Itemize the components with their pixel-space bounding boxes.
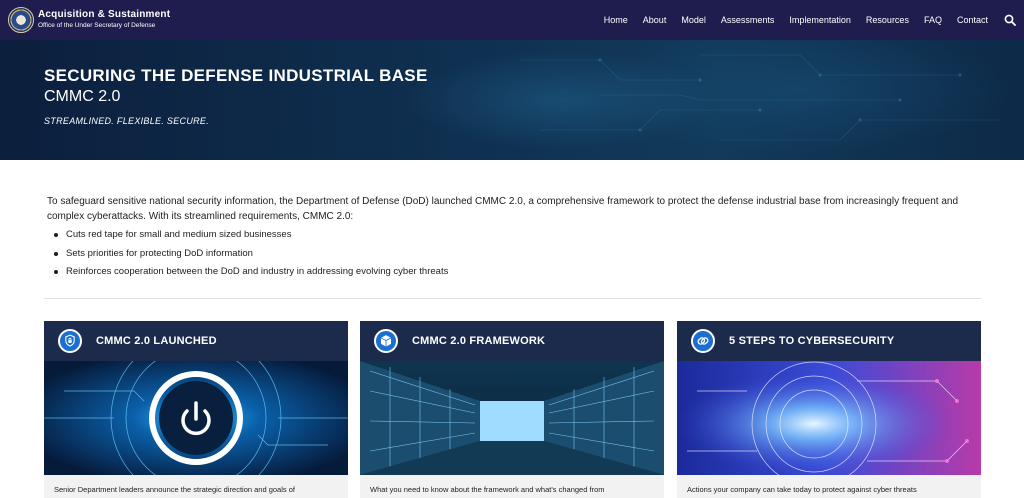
card-title[interactable]: 5 STEPS TO CYBERSECURITY	[729, 335, 894, 347]
card-5-steps[interactable]: 5 STEPS TO CYBERSECURITY Actions your co…	[677, 321, 981, 498]
nav-faq[interactable]: FAQ	[924, 15, 942, 25]
nav-resources[interactable]: Resources	[866, 15, 909, 25]
section-divider	[44, 298, 981, 299]
main-nav: Home About Model Assessments Implementat…	[604, 0, 988, 40]
hero-circuit-background	[520, 54, 1000, 141]
nav-model[interactable]: Model	[681, 15, 706, 25]
nav-assessments[interactable]: Assessments	[721, 15, 775, 25]
dod-seal-logo[interactable]	[8, 7, 34, 33]
intro-bullet-list: Cuts red tape for small and medium sized…	[54, 226, 448, 282]
card-cmmc-framework[interactable]: CMMC 2.0 FRAMEWORK What you need to know…	[360, 321, 664, 498]
search-icon[interactable]	[1004, 14, 1016, 26]
card-title[interactable]: CMMC 2.0 FRAMEWORK	[412, 335, 545, 347]
power-button-image	[44, 361, 348, 475]
link-icon	[691, 329, 715, 353]
card-description: Senior Department leaders announce the s…	[54, 485, 295, 494]
server-room-image	[360, 361, 664, 475]
top-navigation-bar: Acquisition & Sustainment Office of the …	[0, 0, 1024, 40]
card-title[interactable]: CMMC 2.0 LAUNCHED	[96, 335, 217, 347]
hero-subtitle: CMMC 2.0	[44, 88, 121, 105]
card-header: CMMC 2.0 FRAMEWORK	[360, 321, 664, 361]
hero-tagline: STREAMLINED. FLEXIBLE. SECURE.	[44, 116, 210, 126]
cyber-lock-image	[677, 361, 981, 475]
brand-title[interactable]: Acquisition & Sustainment	[38, 9, 170, 20]
brand-subtitle[interactable]: Office of the Under Secretary of Defense	[38, 22, 155, 29]
nav-contact[interactable]: Contact	[957, 15, 988, 25]
card-description: What you need to know about the framewor…	[370, 485, 605, 494]
hero-title: SECURING THE DEFENSE INDUSTRIAL BASE	[44, 66, 428, 85]
cube-icon	[374, 329, 398, 353]
intro-paragraph: To safeguard sensitive national security…	[47, 196, 959, 222]
card-description: Actions your company can take today to p…	[687, 485, 917, 494]
bullet-item: Reinforces cooperation between the DoD a…	[54, 263, 448, 282]
nav-implementation[interactable]: Implementation	[789, 15, 851, 25]
nav-about[interactable]: About	[643, 15, 667, 25]
nav-home[interactable]: Home	[604, 15, 628, 25]
card-header: 5 STEPS TO CYBERSECURITY	[677, 321, 981, 361]
card-cmmc-launched[interactable]: CMMC 2.0 LAUNCHED Senior Department lead…	[44, 321, 348, 498]
shield-lock-icon	[58, 329, 82, 353]
card-header: CMMC 2.0 LAUNCHED	[44, 321, 348, 361]
bullet-item: Cuts red tape for small and medium sized…	[54, 226, 448, 245]
bullet-item: Sets priorities for protecting DoD infor…	[54, 245, 448, 264]
hero-banner: SECURING THE DEFENSE INDUSTRIAL BASE CMM…	[0, 40, 1024, 160]
